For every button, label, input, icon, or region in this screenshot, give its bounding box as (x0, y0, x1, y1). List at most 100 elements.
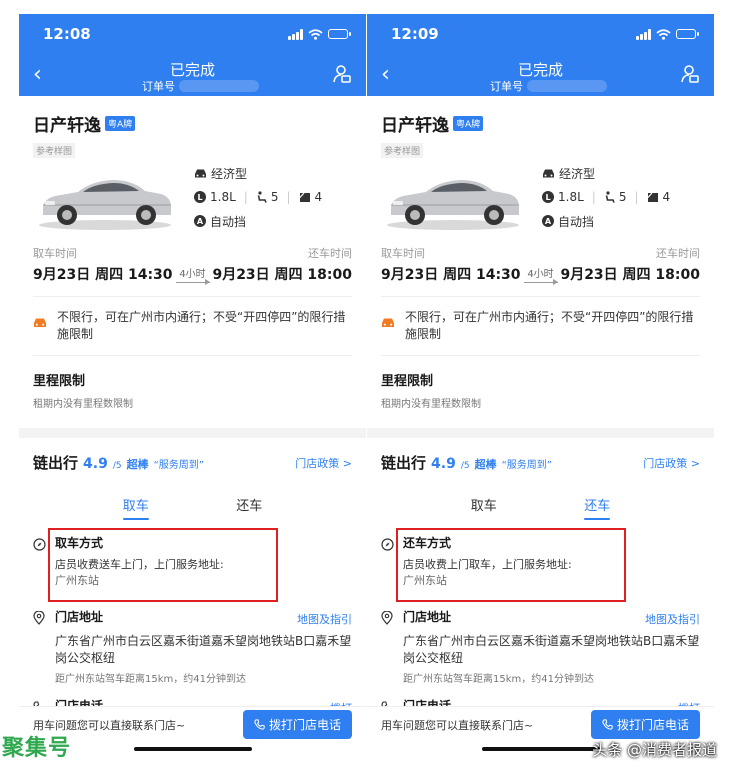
store-address-text: 广东省广州市白云区嘉禾街道嘉禾望岗地铁站B口嘉禾望岗公交枢纽 (403, 634, 700, 665)
phone-screen-pickup: 12:08 ‹ 已完成 订单号 日产轩逸 粤A牌 参考样图 经济型 L 1.8L… (19, 14, 366, 754)
call-store-button[interactable]: 拨打门店电话 (242, 710, 352, 739)
traffic-restriction-notice: 不限行，可在广州市内通行；不受“开四停四”的限行措施限制 (381, 309, 700, 343)
home-indicator (481, 747, 600, 751)
car-title: 日产轩逸 粤A牌 (33, 111, 352, 136)
store-distance: 距广州东站驾车距离15km，约41分钟到达 (55, 674, 246, 685)
phone-icon (254, 719, 265, 730)
door-icon (299, 192, 310, 202)
spec-detail-row: L 1.8L | 5 | 4 (194, 185, 322, 209)
store-distance: 距广州东站驾车距离15km，约41分钟到达 (403, 674, 594, 685)
pickup-time-label: 取车时间 (381, 247, 425, 260)
spec-transmission-row: A 自动挡 (542, 209, 670, 233)
seat-icon (605, 191, 615, 203)
mileage-desc: 租期内没有里程数限制 (33, 399, 133, 410)
car-title: 日产轩逸 粤A牌 (381, 111, 700, 136)
arrow-icon (175, 279, 210, 285)
order-number-redacted (527, 80, 607, 92)
map-guide-link[interactable]: 地图及指引 (297, 611, 352, 627)
order-label: 订单号 (490, 80, 523, 93)
page-title: 已完成 (517, 61, 563, 79)
return-time: 9月23日 周四 18:00 (212, 267, 352, 283)
system-icons (636, 28, 699, 40)
spec-seats: 5 (618, 190, 627, 204)
spec-class-row: 经济型 (194, 161, 322, 185)
wifi-icon (308, 28, 323, 40)
call-store-label: 拨打门店电话 (268, 718, 341, 732)
store-address-text: 广东省广州市白云区嘉禾街道嘉禾望岗地铁站B口嘉禾望岗公交枢纽 (55, 634, 352, 665)
location-pin-icon (33, 610, 45, 625)
car-specs: 经济型 L 1.8L | 5 | 4 A 自动挡 (526, 161, 670, 233)
highlight-box (48, 528, 278, 602)
engine-icon: L (194, 191, 206, 203)
nav-bar: ‹ 已完成 订单号 (367, 54, 714, 96)
call-store-button[interactable]: 拨打门店电话 (590, 710, 700, 739)
rating-quote: “服务周到” (501, 460, 552, 471)
car-icon (543, 169, 554, 177)
car-image (39, 180, 171, 230)
store-policy-link[interactable]: 门店政策 > (295, 455, 352, 471)
spec-transmission-row: A 自动挡 (194, 209, 322, 233)
tab-return[interactable]: 还车 (236, 495, 262, 520)
clock: 12:09 (391, 25, 439, 43)
spec-class: 经济型 (211, 166, 248, 181)
notice-text: 不限行，可在广州市内通行；不受“开四停四”的限行措施限制 (57, 310, 346, 341)
wifi-icon (656, 28, 671, 40)
watermark-left: 聚集号 (2, 735, 72, 761)
customer-service-icon[interactable] (680, 64, 700, 84)
spec-class-row: 经济型 (542, 161, 670, 185)
system-icons (288, 28, 351, 40)
location-pin-icon (381, 610, 393, 625)
order-label: 订单号 (142, 80, 175, 93)
phone-icon (602, 719, 613, 730)
mileage-desc: 租期内没有里程数限制 (381, 399, 481, 410)
auto-icon: A (194, 215, 206, 227)
mileage-title: 里程限制 (381, 374, 434, 389)
rating-quote: “服务周到” (153, 460, 204, 471)
return-time: 9月23日 周四 18:00 (560, 267, 700, 283)
sample-image-label: 参考样图 (33, 143, 76, 158)
store-policy-link[interactable]: 门店政策 > (643, 455, 700, 471)
rating-praise: 超棒 (126, 458, 149, 471)
status-bar: 12:09 (367, 14, 714, 54)
tab-pickup[interactable]: 取车 (471, 495, 497, 520)
contact-hint: 用车问题您可以直接联系门店~ (381, 718, 534, 732)
car-model: 日产轩逸 (381, 116, 449, 136)
seat-icon (257, 191, 267, 203)
tab-return[interactable]: 还车 (584, 495, 610, 520)
map-guide-link[interactable]: 地图及指引 (645, 611, 700, 627)
highlight-box (396, 528, 626, 602)
rating-scale: /5 (460, 461, 470, 471)
call-store-label: 拨打门店电话 (616, 718, 689, 732)
store-header: 链出行 4.9 /5 超棒 “服务周到” 门店政策 > (367, 438, 714, 473)
screenshot-composite: 12:08 ‹ 已完成 订单号 日产轩逸 粤A牌 参考样图 经济型 L 1.8L… (0, 0, 731, 774)
status-bar: 12:08 (19, 14, 366, 54)
customer-service-icon[interactable] (332, 64, 352, 84)
compass-icon (381, 538, 394, 551)
home-indicator (133, 747, 252, 751)
return-time-label: 还车时间 (308, 247, 352, 260)
sample-image-label: 参考样图 (381, 143, 424, 158)
plate-badge: 粤A牌 (105, 116, 136, 131)
signal-icon (288, 28, 303, 40)
store-rating: 4.9 (83, 456, 108, 472)
mileage-title: 里程限制 (33, 374, 86, 389)
phone-screen-return: 12:09 ‹ 已完成 订单号 日产轩逸 粤A牌 参考样图 经济型 L 1.8L… (367, 14, 714, 754)
spec-transmission: 自动挡 (210, 214, 247, 229)
store-address: 门店地址 地图及指引 广东省广州市白云区嘉禾街道嘉禾望岗地铁站B口嘉禾望岗公交枢… (33, 608, 352, 685)
watermark-right: 头条 @消费者报道 (592, 741, 717, 759)
order-number-redacted (179, 80, 259, 92)
store-name: 链出行 (33, 454, 79, 472)
compass-icon (33, 538, 46, 551)
car-warning-icon (382, 318, 394, 327)
car-warning-icon (34, 318, 46, 327)
tab-pickup[interactable]: 取车 (123, 495, 149, 520)
nav-bar: ‹ 已完成 订单号 (19, 54, 366, 96)
rating-scale: /5 (112, 461, 122, 471)
service-method: 取车方式 店员收费送车上门，上门服务地址: 广州东站 (33, 528, 352, 602)
door-icon (647, 192, 658, 202)
spec-seats: 5 (270, 190, 279, 204)
spec-doors: 4 (662, 190, 671, 204)
pickup-time: 9月23日 周四 14:30 (381, 267, 521, 283)
store-header: 链出行 4.9 /5 超棒 “服务周到” 门店政策 > (19, 438, 366, 473)
clock: 12:08 (43, 25, 91, 43)
